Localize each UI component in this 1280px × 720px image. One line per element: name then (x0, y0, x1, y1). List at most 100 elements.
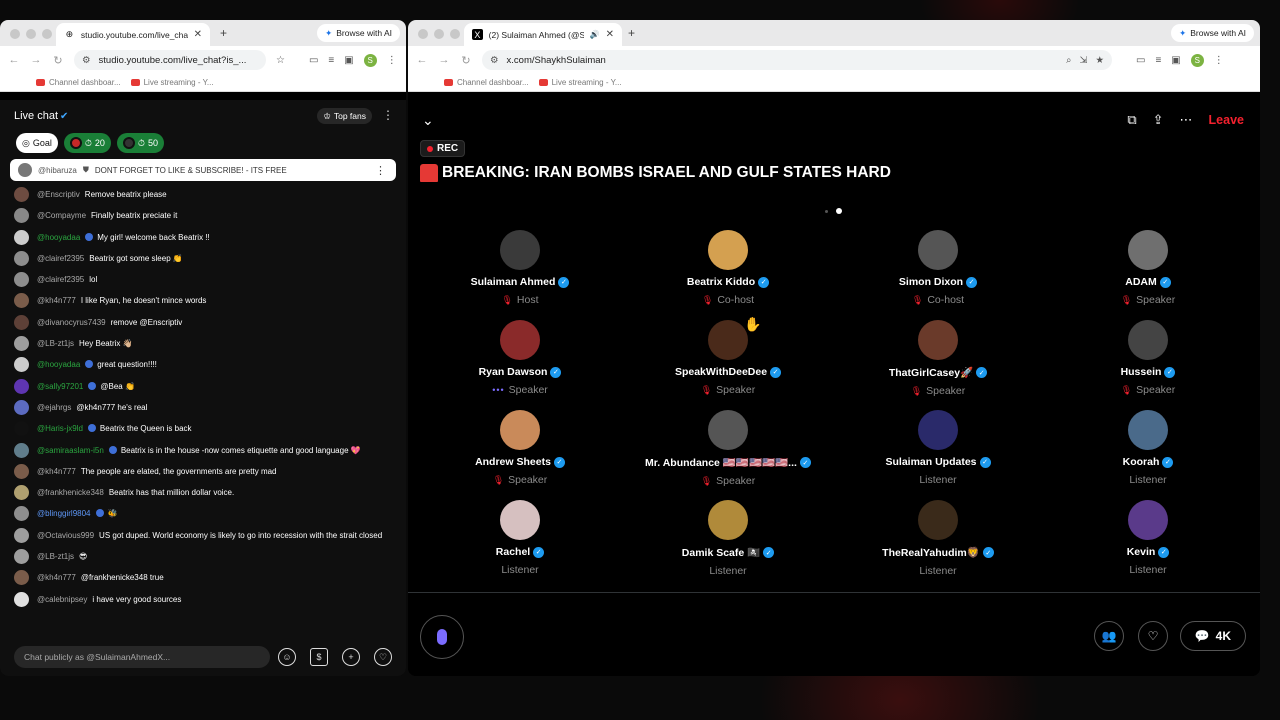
replies-button[interactable]: 💬 4K (1179, 621, 1246, 651)
react-button[interactable]: ♡ (1138, 621, 1168, 651)
extensions-icon[interactable]: ▣ (1171, 55, 1180, 66)
participant[interactable]: Simon Dixon ✓ 🎙 Co-host (838, 230, 1038, 306)
bookmark-channel-dashboard[interactable]: Channel dashboar... (444, 78, 529, 87)
top-fans-dropdown[interactable]: ♔ Top fans (317, 108, 372, 124)
members-chip-20[interactable]: ⏱ 20 (63, 133, 111, 153)
browse-with-ai-button[interactable]: ✦ Browse with AI (317, 24, 400, 42)
chat-message[interactable]: @sally97201 @Bea 👏 (14, 377, 392, 398)
participant[interactable]: Ryan Dawson ✓ ••• Speaker (420, 320, 620, 396)
menu-icon[interactable]: ⋮ (387, 55, 397, 66)
back-icon[interactable]: ← (416, 54, 428, 66)
new-tab-button[interactable]: + (628, 26, 635, 40)
chat-message[interactable]: @calebnipsey i have very good sources (14, 590, 392, 611)
chat-author[interactable]: @hooyadaa (37, 360, 80, 369)
participant[interactable]: ADAM ✓ 🎙 Speaker (1048, 230, 1248, 306)
window-controls[interactable] (418, 29, 460, 39)
chat-message[interactable]: @kh4n777 I like Ryan, he doesn't mince wo… (14, 291, 392, 312)
chat-message[interactable]: @samiraaslam-i5n Beatrix is in the house … (14, 441, 392, 462)
chat-author[interactable]: @clairef2395 (37, 275, 84, 284)
address-bar[interactable]: ⚙ studio.youtube.com/live_chat?is_... (74, 50, 266, 70)
sidebar-icon[interactable]: ▭ (309, 55, 318, 66)
zoom-icon[interactable]: ⌕ (1066, 55, 1071, 66)
leave-button[interactable]: Leave (1209, 113, 1244, 127)
chat-message[interactable]: @frankhenicke348 Beatrix has that million… (14, 483, 392, 504)
chat-author[interactable]: @LB-zt1js (37, 552, 74, 561)
participant[interactable]: ✋ SpeakWithDeeDee ✓ 🎙 Speaker (628, 316, 828, 396)
minimize-window-button[interactable] (434, 29, 444, 39)
chat-author[interactable]: @Compayme (37, 211, 86, 220)
close-window-button[interactable] (10, 29, 20, 39)
browse-with-ai-button[interactable]: ✦ Browse with AI (1171, 24, 1254, 42)
microphone-button[interactable] (420, 615, 464, 659)
extensions-icon[interactable]: ▣ (344, 55, 353, 66)
chat-author[interactable]: @frankhenicke348 (37, 488, 104, 497)
pinned-message[interactable]: @hibaruza ⛊ DONT FORGET TO LIKE & SUBSCR… (10, 159, 396, 181)
chat-message[interactable]: @clairef2395 lol (14, 270, 392, 291)
chat-author[interactable]: @samiraaslam-i5n (37, 446, 104, 455)
chat-message[interactable]: @Haris-jx9ld Beatrix the Queen is back (14, 419, 392, 440)
install-icon[interactable]: ⇲ (1080, 55, 1088, 66)
participant[interactable]: Damik Scafe 🏴‍☠️ ✓ Listener (628, 500, 828, 577)
chat-message[interactable]: @Octavious999 US got duped. World economy… (14, 526, 392, 547)
page-dot[interactable] (825, 209, 828, 213)
tab-youtube-live-chat[interactable]: ⊕ studio.youtube.com/live_chat ✕ (56, 23, 210, 46)
emoji-icon[interactable]: ☺ (278, 648, 296, 666)
participant[interactable]: Hussein ✓ 🎙 Speaker (1048, 320, 1248, 396)
bookmark-live-streaming[interactable]: Live streaming - Y... (538, 78, 622, 87)
reload-icon[interactable]: ↻ (52, 54, 64, 67)
chevron-down-icon[interactable]: ⌄ (422, 112, 434, 129)
chat-author[interactable]: @hooyadaa (37, 233, 80, 242)
chat-message[interactable]: @kh4n777 The people are elated, the gover… (14, 462, 392, 483)
chat-message[interactable]: @clairef2395 Beatrix got some sleep 👏 (14, 249, 392, 270)
bookmark-star-icon[interactable]: ★ (1095, 55, 1104, 66)
close-tab-icon[interactable]: ✕ (194, 29, 202, 40)
goal-chip[interactable]: ◎ Goal (16, 133, 58, 153)
minimize-window-button[interactable] (26, 29, 36, 39)
chat-author[interactable]: @Enscriptiv (37, 190, 80, 199)
chat-message[interactable]: @LB-zt1js Hey Beatrix 👋🏼 (14, 334, 392, 355)
heart-icon[interactable]: ♡ (374, 648, 392, 666)
chat-author[interactable]: @calebnipsey (37, 595, 87, 604)
members-chip-50[interactable]: ⏱ 50 (116, 133, 164, 153)
chat-author[interactable]: @clairef2395 (37, 254, 84, 263)
participant[interactable]: Rachel ✓ Listener (420, 500, 620, 576)
tab-search-icon[interactable]: ≡ (1155, 55, 1161, 66)
bookmark-live-streaming[interactable]: Live streaming - Y... (130, 78, 214, 87)
forward-icon[interactable]: → (30, 54, 42, 66)
chat-message[interactable]: @Enscriptiv Remove beatrix please (14, 185, 392, 206)
chat-input[interactable]: Chat publicly as @SulaimanAhmedX... (14, 646, 270, 668)
add-icon[interactable]: + (342, 648, 360, 666)
participant[interactable]: Mr. Abundance 🇺🇸🇺🇸🇺🇸🇺🇸🇺🇸... ✓ 🎙 Speaker (628, 410, 828, 487)
share-icon[interactable]: ⇪ (1153, 112, 1164, 128)
bookmark-star-icon[interactable]: ☆ (276, 55, 285, 66)
chat-author[interactable]: @Haris-jx9ld (37, 424, 83, 433)
participant[interactable]: Kevin ✓ Listener (1048, 500, 1248, 576)
page-dot-active[interactable] (836, 208, 842, 214)
tab-search-icon[interactable]: ≡ (328, 55, 334, 66)
participant[interactable]: Sulaiman Ahmed ✓ 🎙 Host (420, 230, 620, 306)
address-bar[interactable]: ⚙ x.com/ShaykhSulaiman ⌕ ⇲ ★ (482, 50, 1112, 70)
chat-message[interactable]: @hooyadaa My girl! welcome back Beatrix !… (14, 228, 392, 249)
bookmark-channel-dashboard[interactable]: Channel dashboar... (36, 78, 121, 87)
participant[interactable]: Beatrix Kiddo ✓ 🎙 Co-host (628, 230, 828, 306)
new-tab-button[interactable]: + (220, 26, 227, 40)
chat-author[interactable]: @LB-zt1js (37, 339, 74, 348)
back-icon[interactable]: ← (8, 54, 20, 66)
chat-message[interactable]: @kh4n777 @frankhenicke348 true (14, 568, 392, 589)
forward-icon[interactable]: → (438, 54, 450, 66)
reload-icon[interactable]: ↻ (460, 54, 472, 67)
chat-author[interactable]: @kh4n777 (37, 573, 76, 582)
chat-more-icon[interactable]: ⋮ (382, 108, 394, 122)
chat-message[interactable]: @LB-zt1js 😎 (14, 547, 392, 568)
menu-icon[interactable]: ⋮ (1214, 55, 1224, 66)
participant[interactable]: Andrew Sheets ✓ 🎙 Speaker (420, 410, 620, 486)
people-button[interactable]: 👥 (1094, 621, 1124, 651)
super-chat-icon[interactable]: $ (310, 648, 328, 666)
participant[interactable]: Koorah ✓ Listener (1048, 410, 1248, 486)
chat-author[interactable]: @ejahrgs (37, 403, 71, 412)
profile-avatar[interactable]: S (363, 53, 377, 67)
chat-author[interactable]: @sally97201 (37, 382, 83, 391)
close-window-button[interactable] (418, 29, 428, 39)
chat-message[interactable]: @hooyadaa great question!!!! (14, 355, 392, 376)
chat-author[interactable]: @kh4n777 (37, 296, 76, 305)
